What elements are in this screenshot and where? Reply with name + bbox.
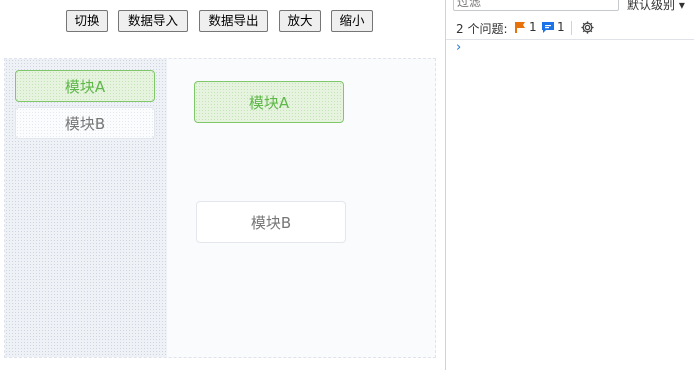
issues-label: 2 个问题: — [456, 22, 508, 36]
log-level-dropdown[interactable]: 默认级别 ▾ — [627, 0, 685, 13]
zoom-in-button[interactable]: 放大 — [279, 10, 321, 32]
console-filter-input[interactable]: 过滤 — [453, 0, 619, 11]
module-palette: 模块A 模块B — [5, 59, 167, 357]
zoom-out-button[interactable]: 缩小 — [331, 10, 373, 32]
devtools-console-panel: 过滤 默认级别 ▾ 2 个问题: 1 1 › — [445, 0, 694, 370]
palette-item-module-b[interactable]: 模块B — [15, 107, 155, 139]
message-icon[interactable] — [542, 22, 554, 33]
canvas-node-module-b[interactable]: 模块B — [196, 201, 346, 243]
warning-count: 1 — [529, 20, 537, 34]
export-data-button[interactable]: 数据导出 — [199, 10, 268, 32]
gear-icon[interactable] — [580, 20, 595, 35]
info-count: 1 — [557, 20, 565, 34]
prompt-chevron-icon[interactable]: › — [456, 40, 461, 55]
palette-item-module-a[interactable]: 模块A — [15, 70, 155, 102]
toolbar-divider — [571, 21, 572, 35]
canvas-node-module-a[interactable]: 模块A — [194, 81, 344, 123]
issues-bar: 2 个问题: 1 1 — [446, 17, 694, 40]
editor-stage: 模块A 模块B 模块A 模块B — [4, 58, 436, 358]
flow-editor-app: 切换 数据导入 数据导出 放大 缩小 模块A 模块B 模块A 模块B — [0, 0, 445, 370]
toggle-button[interactable]: 切换 — [66, 10, 108, 32]
warning-flag-icon[interactable] — [515, 22, 525, 33]
console-filter-bar: 过滤 默认级别 ▾ — [446, 0, 694, 14]
import-data-button[interactable]: 数据导入 — [118, 10, 188, 32]
